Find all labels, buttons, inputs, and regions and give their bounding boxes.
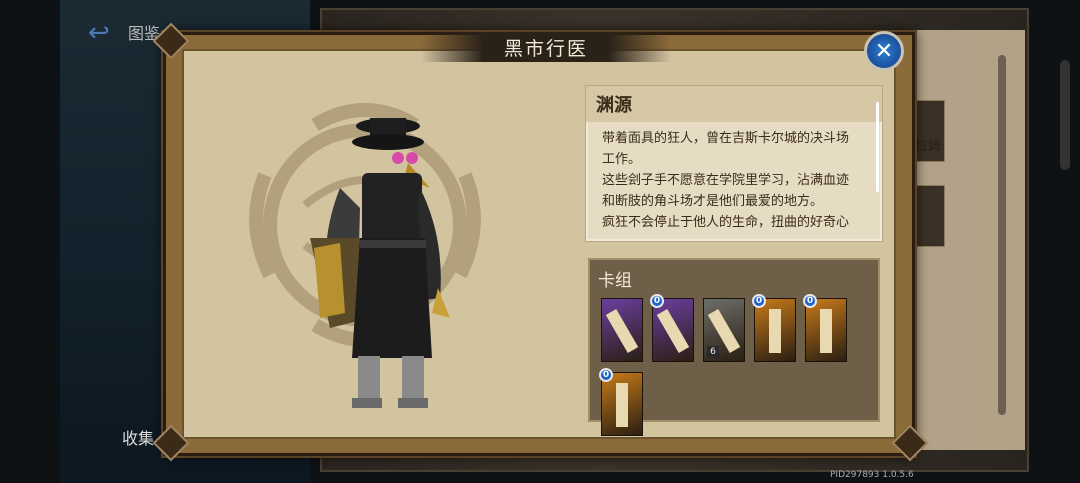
modal-title-bar: 黑市行医 [421, 32, 671, 62]
lore-text[interactable]: 带着面具的狂人，曾在吉斯卡尔城的决斗场工作。 这些刽子手不愿意在学院里学习，沾满… [586, 122, 882, 232]
card-cost-badge: 0 [599, 368, 613, 382]
background-thumbnail [915, 185, 945, 247]
card-art-icon [820, 309, 832, 353]
shield-card[interactable]: 6 [703, 298, 745, 362]
lore-panel: 渊源 带着面具的狂人，曾在吉斯卡尔城的决斗场工作。 这些刽子手不愿意在学院里学习… [585, 85, 883, 242]
deck-panel: 卡组 0 6 0 0 0 [588, 258, 880, 436]
deck-heading: 卡组 [598, 271, 632, 291]
back-arrow-icon[interactable]: ↩ [88, 18, 110, 48]
close-icon: ✕ [874, 38, 894, 64]
card-art-icon [769, 309, 781, 353]
modal-title: 黑市行医 [503, 37, 588, 60]
card-art-icon [656, 308, 690, 354]
card-cost-badge: 0 [650, 294, 664, 308]
version-label: PID297893 1.0.5.6 [830, 470, 914, 480]
collection-label: 收集 [122, 429, 155, 448]
background-scrollbar[interactable] [998, 55, 1006, 415]
card-count: 6 [707, 346, 719, 358]
weapon-card[interactable] [601, 298, 643, 362]
close-button[interactable]: ✕ [864, 31, 904, 71]
card-art-icon [605, 308, 639, 354]
card-cost-badge: 0 [752, 294, 766, 308]
card-cost-badge: 0 [803, 294, 817, 308]
character-portrait [310, 118, 450, 408]
lore-heading: 渊源 [586, 86, 882, 122]
system-side-handle[interactable] [1060, 60, 1070, 170]
card-art-icon [616, 383, 628, 427]
background-item-name: 拉姆 [915, 139, 942, 154]
lore-scrollbar[interactable] [876, 102, 879, 192]
